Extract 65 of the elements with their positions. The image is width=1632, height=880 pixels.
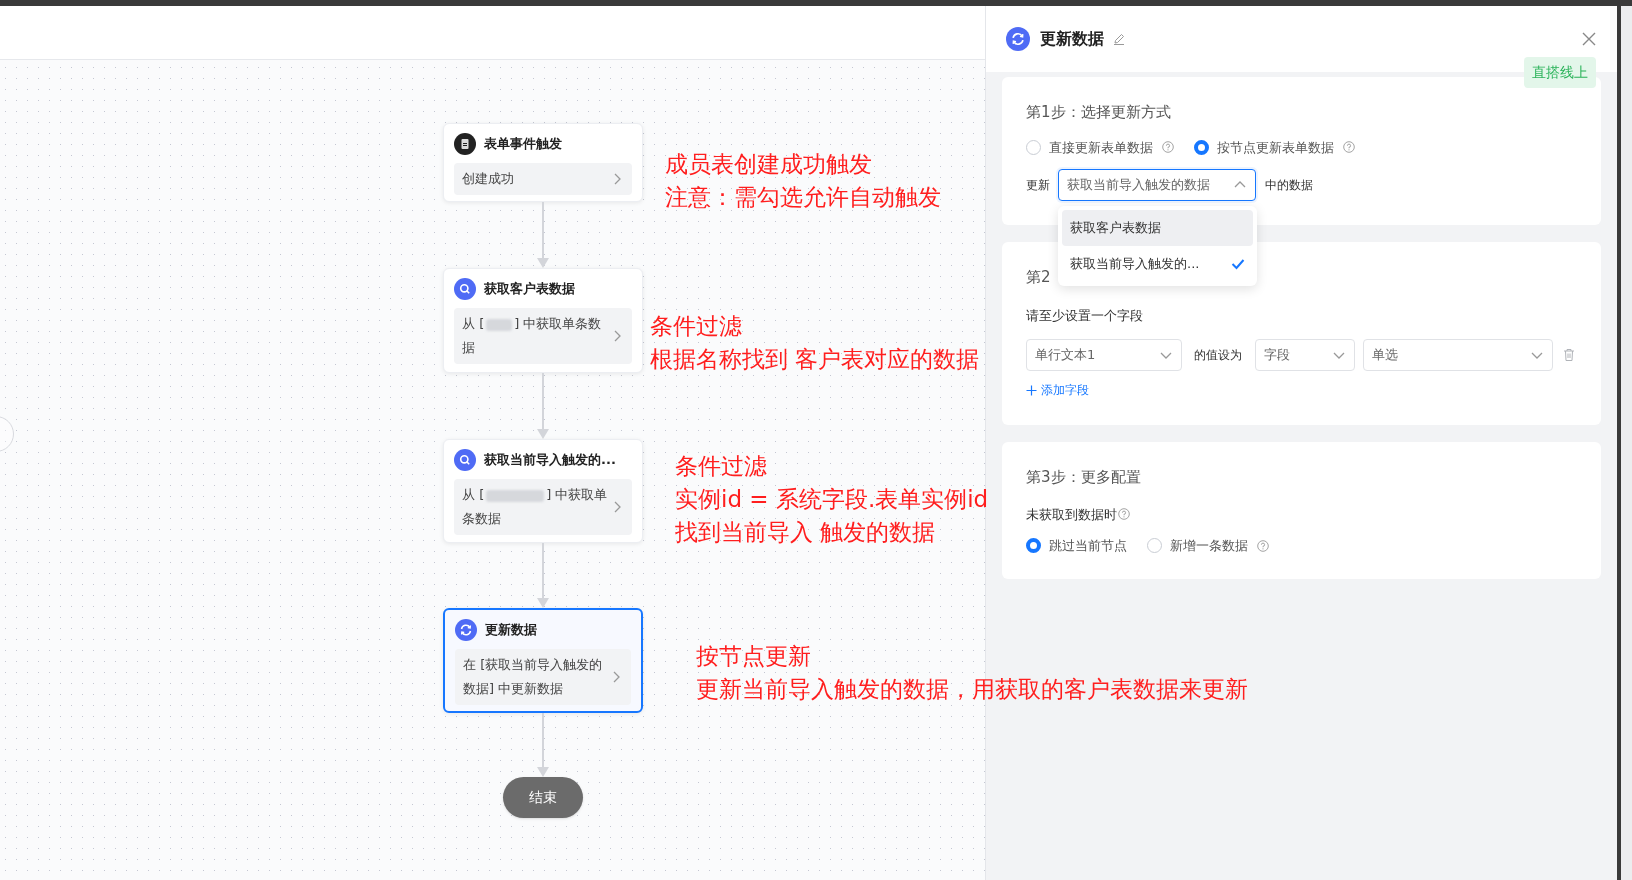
flow-node[interactable]: 更新数据 在 [获取当前导入触发的数据] 中更新数据 [443,608,643,713]
radio-button[interactable] [1147,538,1162,554]
end-node[interactable]: 结束 [503,777,583,818]
connector-arrow [537,713,549,777]
value-select[interactable]: 单选 [1363,339,1553,371]
refresh-icon [1006,27,1030,51]
connector-arrow [537,543,549,608]
annotation-text: 注意：需勾选允许自动触发 [665,183,941,212]
radio-button[interactable] [1026,538,1041,554]
help-icon[interactable] [1257,539,1269,552]
add-field-link[interactable]: 添加字段 [1026,381,1089,399]
refresh-icon [455,619,477,641]
help-icon[interactable] [1343,141,1355,154]
step-title: 第3步：更多配置 [1026,467,1141,488]
plus-icon [1026,384,1037,396]
annotation-text: 成员表创建成功触发 [665,150,873,179]
document-icon [454,133,476,155]
flow-node[interactable]: 表单事件触发 创建成功 [443,123,643,202]
trash-icon[interactable] [1563,348,1575,362]
node-title: 获取客户表数据 [484,280,575,299]
type-select[interactable]: 字段 [1255,339,1355,371]
annotation-text: 找到当前导入 触发的数据 [675,518,937,547]
dropdown-option[interactable]: 获取客户表数据 [1062,210,1253,246]
node-description: 在 [获取当前导入触发的数据] 中更新数据 [463,656,604,698]
radio-button[interactable] [1194,139,1209,155]
checkmark-icon [1231,258,1245,270]
flow-node[interactable]: 获取当前导入触发的... 从 [ ] 中获取单条数据 [443,439,643,543]
search-icon [454,449,476,471]
annotation-text: 条件过滤 [650,312,743,341]
node-title: 获取当前导入触发的... [484,451,616,470]
radio-label[interactable]: 按节点更新表单数据 [1217,137,1334,157]
radio-label[interactable]: 跳过当前节点 [1049,536,1127,556]
field-label: 未获取到数据时 [1026,505,1117,524]
connector-arrow [537,373,549,439]
node-description: 从 [ ] 中获取单条数据 [462,315,603,357]
radio-button[interactable] [1026,139,1041,155]
radio-label[interactable]: 新增一条数据 [1170,536,1248,556]
flow-node[interactable]: 获取客户表数据 从 [ ] 中获取单条数据 [443,268,643,373]
help-icon[interactable] [1118,508,1130,521]
annotation-text: 实例id = 系统字段.表单实例id [675,485,989,514]
environment-badge: 直搭线上 [1524,57,1596,88]
field-label: 中的数据 [1265,177,1313,194]
node-title: 表单事件触发 [484,135,562,154]
radio-label[interactable]: 直接更新表单数据 [1049,137,1153,157]
node-description: 创建成功 [462,170,515,188]
annotation-text: 条件过滤 [675,452,768,481]
node-description: 从 [ ] 中获取单条数据 [462,486,609,528]
step-title: 第2 [1026,267,1051,288]
node-title: 更新数据 [485,621,537,640]
field-select[interactable]: 单行文本1 [1026,339,1182,371]
edit-icon[interactable] [1112,32,1126,46]
connector-arrow [537,202,549,268]
step-title: 第1步：选择更新方式 [1026,102,1172,123]
source-select[interactable]: 获取当前导入触发的数据 [1058,169,1256,201]
dropdown-option[interactable]: 获取当前导入触发的... [1062,246,1253,282]
panel-title: 更新数据 [1040,28,1104,50]
close-icon[interactable] [1581,31,1597,47]
field-label: 的值设为 [1194,347,1243,364]
annotation-text: 更新当前导入触发的数据，用获取的客户表数据来更新 [696,675,1248,704]
annotation-text: 按节点更新 [696,642,812,671]
hint-text: 请至少设置一个字段 [1026,306,1143,325]
annotation-text: 根据名称找到 客户表对应的数据 [650,345,980,374]
search-icon [454,278,476,300]
field-label: 更新 [1026,177,1051,194]
help-icon[interactable] [1162,141,1174,154]
